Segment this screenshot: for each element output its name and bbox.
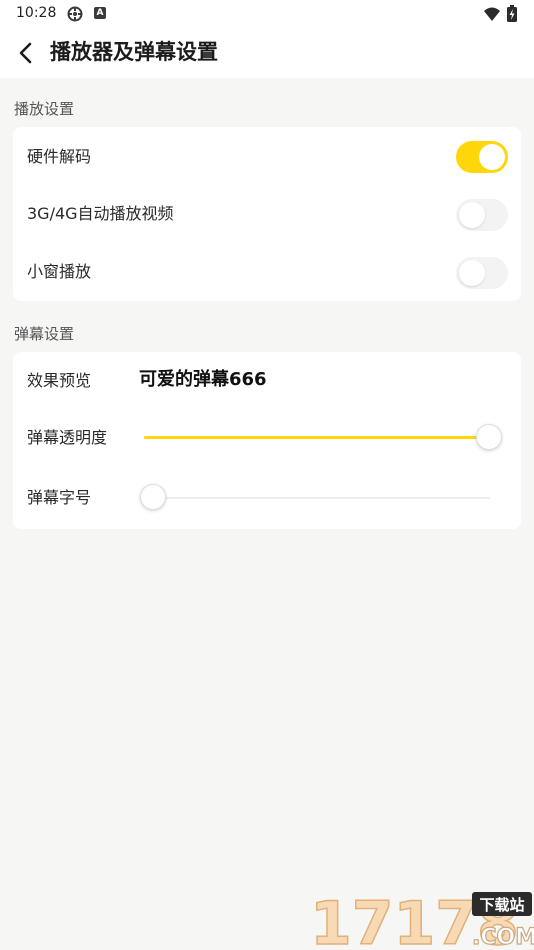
font-size-slider[interactable] — [140, 483, 490, 513]
setting-label: 3G/4G自动播放视频 — [27, 204, 174, 223]
section-title-danmaku: 弹幕设置 — [14, 325, 75, 343]
slider-fill — [144, 436, 489, 439]
wifi-icon — [484, 7, 500, 21]
danmaku-settings-card: 效果预览 可爱的弹幕666 弹幕透明度 弹幕字号 — [13, 352, 521, 529]
watermark-logo: 17178 下载站 .COM — [309, 888, 534, 950]
setting-row-hardware-decode: 硬件解码 — [13, 128, 521, 184]
status-time: 10:28 — [16, 5, 57, 21]
toggle-knob — [479, 144, 505, 170]
app-notification-icon: A — [94, 7, 106, 19]
setting-label: 硬件解码 — [27, 147, 92, 166]
mobile-autoplay-toggle[interactable] — [456, 199, 508, 231]
playback-settings-card: 硬件解码 3G/4G自动播放视频 小窗播放 — [13, 127, 521, 301]
setting-row-preview: 效果预览 可爱的弹幕666 — [13, 352, 521, 408]
slider-track — [140, 497, 490, 499]
preview-label: 效果预览 — [27, 371, 92, 390]
settings-sync-icon — [67, 6, 83, 22]
toggle-knob — [459, 202, 485, 228]
setting-label: 小窗播放 — [27, 262, 92, 281]
opacity-label: 弹幕透明度 — [27, 428, 108, 447]
watermark-suffix: .COM — [472, 925, 534, 950]
mini-window-toggle[interactable] — [456, 257, 508, 289]
setting-row-opacity: 弹幕透明度 — [13, 410, 521, 466]
hardware-decode-toggle[interactable] — [456, 141, 508, 173]
top-app-bar: 播放器及弹幕设置 — [0, 28, 534, 78]
setting-row-font-size: 弹幕字号 — [13, 470, 521, 526]
danmaku-preview-text: 可爱的弹幕666 — [139, 369, 267, 390]
opacity-slider[interactable] — [144, 423, 502, 453]
font-size-label: 弹幕字号 — [27, 488, 92, 507]
slider-thumb[interactable] — [140, 484, 166, 510]
watermark-tag: 下载站 — [479, 896, 524, 914]
slider-thumb[interactable] — [476, 424, 502, 450]
battery-charging-icon — [507, 5, 517, 22]
page-title: 播放器及弹幕设置 — [50, 40, 218, 64]
section-title-playback: 播放设置 — [14, 100, 75, 118]
status-bar: 10:28 A — [0, 0, 534, 28]
setting-row-mini-window: 小窗播放 — [13, 243, 521, 299]
toggle-knob — [459, 260, 485, 286]
setting-row-mobile-autoplay: 3G/4G自动播放视频 — [13, 186, 521, 242]
chevron-left-icon[interactable] — [10, 37, 42, 69]
